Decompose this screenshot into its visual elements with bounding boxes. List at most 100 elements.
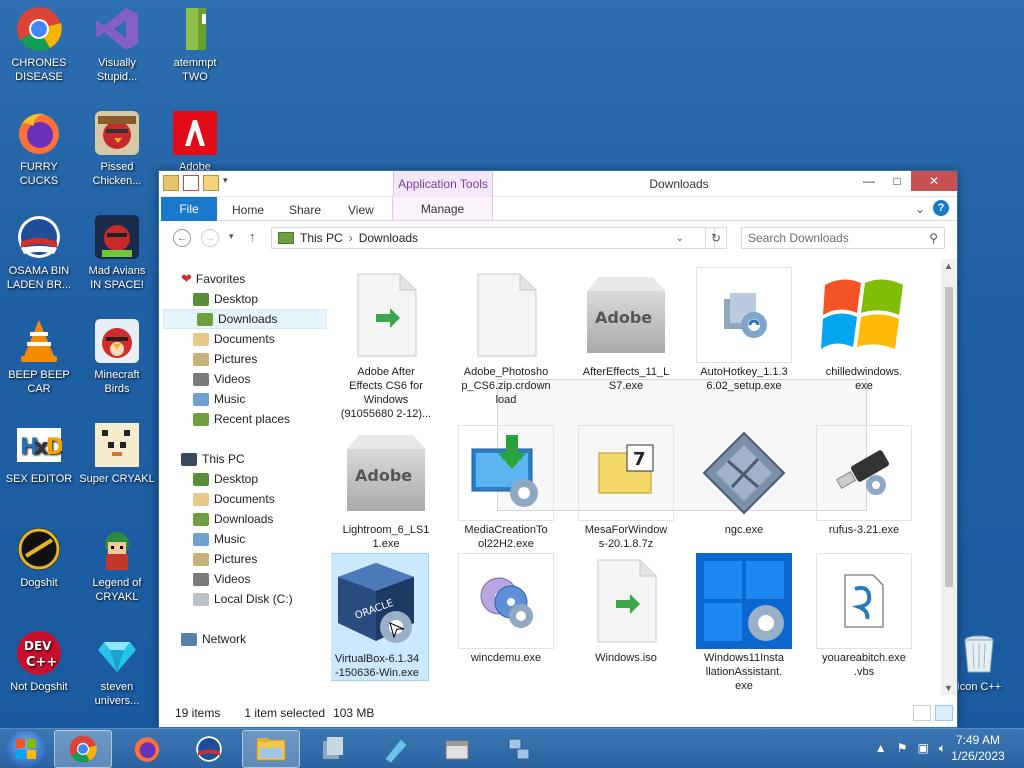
taskbar-notepad[interactable]: [366, 730, 424, 768]
desktop-icon-adobe[interactable]: Adobe: [156, 110, 234, 174]
scroll-up-icon[interactable]: ▲: [944, 261, 953, 271]
action-center-flag-icon[interactable]: ⚑: [897, 741, 908, 756]
nav-documents[interactable]: Documents: [159, 329, 325, 349]
file-item[interactable]: Windows.iso: [571, 553, 681, 665]
desktop-icon-atemmpt[interactable]: atemmpt TWO: [156, 6, 234, 84]
7z-archive-icon: 7: [578, 425, 674, 521]
file-item[interactable]: Adobe Lightroom_6_LS1 1.exe: [331, 425, 441, 551]
expand-ribbon-icon[interactable]: ⌄: [915, 202, 925, 216]
taskbar-app-box[interactable]: [428, 730, 486, 768]
file-item[interactable]: Windows11Insta llationAssistant. exe: [689, 553, 799, 693]
title-bar[interactable]: ▾ Application Tools Downloads — □ ✕: [159, 171, 957, 197]
tab-view[interactable]: View: [348, 200, 374, 220]
breadcrumb-downloads[interactable]: Downloads: [359, 231, 418, 245]
properties-icon[interactable]: [183, 175, 199, 191]
nav-pictures[interactable]: Pictures: [159, 349, 325, 369]
clock[interactable]: 7:49 AM 1/26/2023: [942, 732, 1014, 764]
close-button[interactable]: ✕: [911, 171, 957, 191]
taskbar-obama[interactable]: [180, 730, 238, 768]
desktop-icon-beep[interactable]: BEEP BEEP CAR: [0, 318, 78, 396]
desktop-icon-osama[interactable]: OSAMA BIN LADEN BR...: [0, 214, 78, 292]
svg-text:D: D: [46, 435, 62, 460]
chevron-down-icon[interactable]: ▾: [223, 175, 233, 191]
file-item-selected[interactable]: ORACLE VirtualBox-6.1.34 -150636-Win.exe: [331, 553, 429, 681]
refresh-button[interactable]: ↻: [705, 227, 727, 249]
tab-manage[interactable]: Manage: [392, 197, 493, 221]
nav-network[interactable]: Network: [159, 629, 325, 649]
taskbar-explorer[interactable]: [242, 730, 300, 768]
minimize-button[interactable]: —: [855, 171, 883, 191]
nav-pc-music[interactable]: Music: [159, 529, 325, 549]
file-item[interactable]: ngc.exe: [689, 425, 799, 537]
breadcrumb-this-pc[interactable]: This PC: [300, 231, 343, 245]
tab-home[interactable]: Home: [232, 200, 264, 220]
help-icon[interactable]: ?: [933, 200, 949, 216]
angry-birds-seasons-icon: [94, 110, 140, 156]
desktop-icon-mad-avians[interactable]: Mad Avians IN SPACE!: [78, 214, 156, 292]
desktop-icon-sex-editor[interactable]: HxD SEX EDITOR: [0, 422, 78, 486]
folder-icon[interactable]: [163, 175, 179, 191]
nav-music[interactable]: Music: [159, 389, 325, 409]
desktop-icon-super-cryakl[interactable]: Super CRYAKL: [78, 422, 156, 486]
taskbar-installer[interactable]: [304, 730, 362, 768]
breadcrumb-separator[interactable]: ›: [349, 231, 353, 245]
vertical-scrollbar[interactable]: ▲ ▼: [941, 259, 957, 695]
desktop-icon-chrones[interactable]: CHRONES DISEASE: [0, 6, 78, 84]
nav-label: Pictures: [214, 552, 258, 566]
nav-pc-documents[interactable]: Documents: [159, 489, 325, 509]
details-view-button[interactable]: [913, 705, 931, 721]
tab-share[interactable]: Share: [289, 200, 321, 220]
scrollbar-thumb[interactable]: [945, 287, 953, 587]
nav-videos[interactable]: Videos: [159, 369, 325, 389]
file-item[interactable]: chilledwindows. exe: [809, 267, 919, 393]
show-hidden-icons-icon[interactable]: ▲: [875, 741, 887, 756]
network-icon[interactable]: ▣: [917, 741, 928, 756]
nav-this-pc[interactable]: This PC: [159, 449, 325, 469]
nav-desktop[interactable]: Desktop: [159, 289, 325, 309]
file-item[interactable]: wincdemu.exe: [451, 553, 561, 665]
back-button[interactable]: ←: [173, 229, 191, 247]
desktop-icon-steven[interactable]: steven univers...: [78, 630, 156, 708]
taskbar-firefox[interactable]: [118, 730, 176, 768]
file-item[interactable]: AutoHotkey_1.1.3 6.02_setup.exe: [689, 267, 799, 393]
file-item[interactable]: Adobe AfterEffects_11_L S7.exe: [571, 267, 681, 393]
search-input[interactable]: Search Downloads ⚲: [741, 227, 945, 249]
maximize-button[interactable]: □: [883, 171, 911, 191]
scroll-down-icon[interactable]: ▼: [944, 683, 953, 693]
start-button[interactable]: [6, 731, 46, 767]
file-item[interactable]: MediaCreationTo ol22H2.exe: [451, 425, 561, 551]
file-item[interactable]: Adobe After Effects CS6 for Windows (910…: [331, 267, 441, 421]
forward-button[interactable]: →: [201, 229, 219, 247]
nav-pc-desktop[interactable]: Desktop: [159, 469, 325, 489]
nav-favorites[interactable]: ❤ Favorites: [159, 269, 325, 289]
desktop-icon-not-dogshit[interactable]: DEV C++ Not Dogshit: [0, 630, 78, 694]
nav-pc-videos[interactable]: Videos: [159, 569, 325, 589]
desktop-icon-minecraft-birds[interactable]: Minecraft Birds: [78, 318, 156, 396]
file-item[interactable]: rufus-3.21.exe: [809, 425, 919, 537]
new-folder-icon[interactable]: [203, 175, 219, 191]
address-bar[interactable]: This PC › Downloads ⌄: [271, 227, 715, 249]
nav-recent-places[interactable]: Recent places: [159, 409, 325, 429]
nav-pc-downloads[interactable]: Downloads: [159, 509, 325, 529]
desktop-icon-legend[interactable]: Legend of CRYAKL: [78, 526, 156, 604]
desktop-icon-dogshit[interactable]: Dogshit: [0, 526, 78, 590]
angry-birds-icon: [94, 318, 140, 364]
taskbar-chrome[interactable]: [54, 730, 112, 768]
chevron-down-icon[interactable]: ⌄: [676, 233, 684, 244]
large-icons-view-button[interactable]: [935, 705, 953, 721]
tab-file[interactable]: File: [161, 197, 217, 221]
up-arrow-icon[interactable]: ↑: [249, 229, 256, 244]
desktop-icon-visually[interactable]: Visually Stupid...: [78, 6, 156, 84]
file-item[interactable]: Adobe_Photosho p_CS6.zip.crdown load: [451, 267, 561, 407]
recent-locations-icon[interactable]: ▾: [229, 231, 234, 242]
file-item[interactable]: youareabitch.exe .vbs: [809, 553, 919, 679]
file-item[interactable]: 7 MesaForWindow s-20.1.8.7z: [571, 425, 681, 551]
file-name: Windows11Insta llationAssistant. exe: [704, 652, 784, 692]
nav-local-disk[interactable]: Local Disk (C:): [159, 589, 325, 609]
nav-pc-pictures[interactable]: Pictures: [159, 549, 325, 569]
windows-flag-icon: [816, 267, 912, 363]
desktop-icon-pissed[interactable]: Pissed Chicken...: [78, 110, 156, 188]
nav-downloads[interactable]: Downloads: [163, 309, 327, 329]
desktop-icon-furry[interactable]: FURRY CUCKS: [0, 110, 78, 188]
taskbar-network-app[interactable]: [490, 730, 548, 768]
